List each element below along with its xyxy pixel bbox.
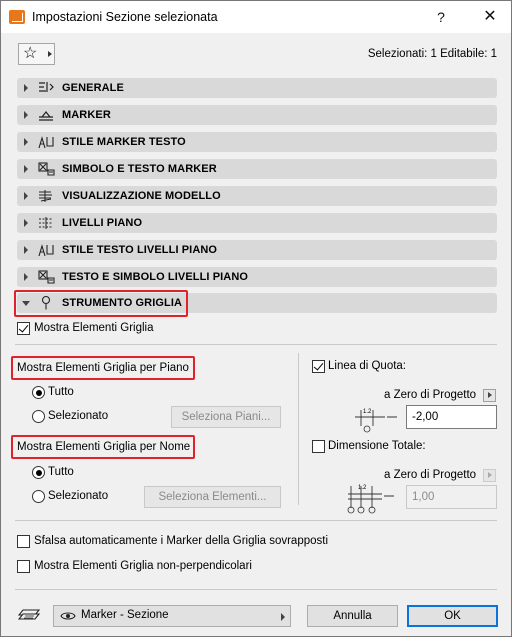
dimension-line-diagram-icon: 1.2 xyxy=(355,409,397,433)
by-story-all-radio[interactable] xyxy=(32,386,45,399)
by-name-all-label: Tutto xyxy=(48,466,74,478)
star-icon: ☆ xyxy=(23,45,38,62)
dimension-line-checkbox[interactable] xyxy=(312,360,325,373)
selection-info: Selezionati: 1 Editabile: 1 xyxy=(367,48,497,60)
by-name-all-radio[interactable] xyxy=(32,466,45,479)
total-dimension-checkbox[interactable] xyxy=(312,440,325,453)
panel-label: MARKER xyxy=(62,109,111,121)
divider xyxy=(15,344,497,345)
story-level-text-style-icon xyxy=(38,244,54,257)
chevron-right-icon xyxy=(281,613,285,621)
by-story-selected-label: Selezionato xyxy=(48,410,109,422)
expand-arrow-icon xyxy=(24,165,28,173)
panel-label: VISUALIZZAZIONE MODELLO xyxy=(62,190,221,202)
dimension-line-reference-arrow[interactable] xyxy=(483,389,496,402)
story-levels-icon xyxy=(39,217,53,229)
dimension-line-reference: a Zero di Progetto xyxy=(384,389,477,401)
highlight-box xyxy=(11,356,195,380)
eye-icon xyxy=(60,612,76,620)
dimension-line-label: Linea di Quota: xyxy=(328,360,407,372)
panel-stile-testo-livelli-piano[interactable]: STILE TESTO LIVELLI PIANO xyxy=(17,240,497,260)
by-name-selected-radio[interactable] xyxy=(32,490,45,503)
chevron-right-icon xyxy=(48,51,52,57)
general-settings-icon xyxy=(39,82,54,92)
expand-arrow-icon xyxy=(24,246,28,254)
show-non-perpendicular-label: Mostra Elementi Griglia non-perpendicola… xyxy=(34,560,252,572)
show-non-perpendicular-checkbox[interactable] xyxy=(17,560,30,573)
panel-label: GENERALE xyxy=(62,82,124,94)
panel-livelli-piano[interactable]: LIVELLI PIANO xyxy=(17,213,497,233)
divider xyxy=(15,589,497,590)
layer-icon xyxy=(18,609,41,620)
divider xyxy=(15,520,497,521)
select-elements-button[interactable]: Seleziona Elementi... xyxy=(144,486,281,508)
show-grid-elements-checkbox[interactable] xyxy=(17,322,30,335)
expand-arrow-icon xyxy=(24,111,28,119)
panel-visualizzazione-modello[interactable]: VISUALIZZAZIONE MODELLO xyxy=(17,186,497,206)
app-icon xyxy=(9,10,25,24)
panel-simbolo-testo-marker[interactable]: SIMBOLO E TESTO MARKER xyxy=(17,159,497,179)
marker-text-style-icon xyxy=(38,136,54,149)
by-story-all-label: Tutto xyxy=(48,386,74,398)
model-display-icon xyxy=(39,190,52,202)
close-button[interactable]: ✕ xyxy=(475,6,505,28)
marker-icon xyxy=(39,111,53,121)
view-dropdown-value: Marker - Sezione xyxy=(81,609,169,621)
expand-arrow-icon xyxy=(24,84,28,92)
panel-generale[interactable]: GENERALE xyxy=(17,78,497,98)
panel-label: SIMBOLO E TESTO MARKER xyxy=(62,163,217,175)
highlight-box xyxy=(11,435,195,459)
expand-arrow-icon xyxy=(24,138,28,146)
total-dimension-reference-arrow[interactable] xyxy=(483,469,496,482)
dimension-line-value-field[interactable]: -2,00 xyxy=(406,405,497,429)
settings-dialog: Impostazioni Sezione selezionata ? ✕ ☆ S… xyxy=(0,0,512,637)
window-title: Impostazioni Sezione selezionata xyxy=(32,10,218,24)
expand-arrow-icon xyxy=(24,219,28,227)
show-grid-elements-label: Mostra Elementi Griglia xyxy=(34,322,154,334)
by-name-selected-label: Selezionato xyxy=(48,490,109,502)
panel-stile-marker-testo[interactable]: STILE MARKER TESTO xyxy=(17,132,497,152)
cancel-button[interactable]: Annulla xyxy=(307,605,398,627)
view-dropdown[interactable]: Marker - Sezione xyxy=(53,605,291,627)
diagram-text: 1.2 xyxy=(358,485,367,491)
highlight-box xyxy=(14,290,188,317)
story-level-text-symbol-icon xyxy=(38,270,55,284)
total-dimension-diagram-icon: 1.2 xyxy=(347,485,394,514)
panel-marker[interactable]: MARKER xyxy=(17,105,497,125)
expand-arrow-icon xyxy=(24,192,28,200)
help-button[interactable]: ? xyxy=(426,6,456,28)
stagger-markers-label: Sfalsa automaticamente i Marker della Gr… xyxy=(34,535,329,547)
panel-label: STILE TESTO LIVELLI PIANO xyxy=(62,244,218,256)
title-bar: Impostazioni Sezione selezionata ? ✕ xyxy=(1,1,511,33)
select-stories-button[interactable]: Seleziona Piani... xyxy=(171,406,281,428)
stagger-markers-checkbox[interactable] xyxy=(17,535,30,548)
panel-testo-simbolo-livelli-piano[interactable]: TESTO E SIMBOLO LIVELLI PIANO xyxy=(17,267,497,287)
panel-label: STILE MARKER TESTO xyxy=(62,136,186,148)
total-dimension-reference: a Zero di Progetto xyxy=(384,469,477,481)
panel-label: TESTO E SIMBOLO LIVELLI PIANO xyxy=(62,271,249,283)
diagram-text: 1.2 xyxy=(363,409,372,415)
total-dimension-value-field[interactable]: 1,00 xyxy=(406,485,497,509)
vertical-divider xyxy=(298,353,299,505)
expand-arrow-icon xyxy=(24,273,28,281)
favorites-button[interactable]: ☆ xyxy=(18,43,55,65)
total-dimension-label: Dimensione Totale: xyxy=(328,440,426,452)
by-story-selected-radio[interactable] xyxy=(32,410,45,423)
ok-button[interactable]: OK xyxy=(407,605,498,627)
marker-symbol-text-icon xyxy=(38,162,55,176)
panel-label: LIVELLI PIANO xyxy=(62,217,143,229)
